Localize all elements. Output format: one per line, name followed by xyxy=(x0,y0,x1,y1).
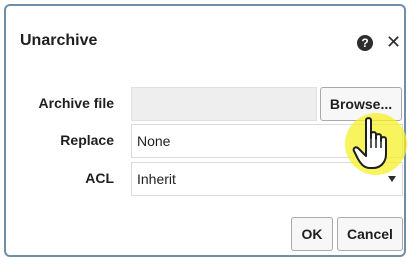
chevron-down-icon xyxy=(388,176,396,182)
archive-file-label: Archive file xyxy=(38,95,114,111)
ok-button[interactable]: OK xyxy=(291,217,333,251)
cancel-button[interactable]: Cancel xyxy=(337,217,403,251)
acl-label: ACL xyxy=(85,170,114,186)
hand-pointer-icon xyxy=(352,117,387,169)
archive-file-input[interactable] xyxy=(131,87,317,121)
dialog-title: Unarchive xyxy=(20,32,98,49)
help-icon[interactable]: ? xyxy=(357,35,373,51)
replace-label: Replace xyxy=(60,132,114,148)
unarchive-dialog: Unarchive ? ✕ Archive file Browse... Rep… xyxy=(4,4,407,257)
close-icon[interactable]: ✕ xyxy=(386,32,401,52)
replace-select-value: None xyxy=(137,133,171,149)
acl-select-value: Inherit xyxy=(137,171,176,187)
